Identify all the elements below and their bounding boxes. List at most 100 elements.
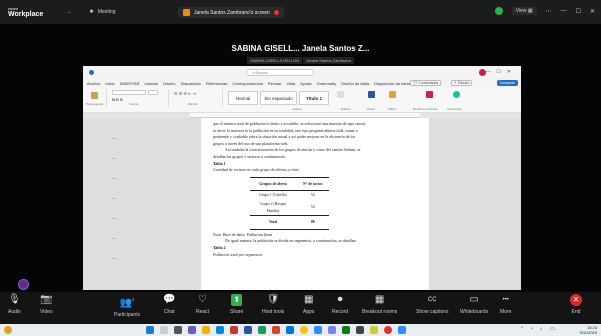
minimize-icon[interactable]: — [561,8,567,14]
body-line-3: pertinente y confiable sobre la situació… [213,134,356,140]
teams-icon[interactable] [188,326,196,334]
font-name-select[interactable] [112,90,146,95]
react-button[interactable]: ♡ React [196,294,209,315]
volume-icon[interactable]: ♪ [540,326,543,332]
end-meeting-button[interactable]: ✕ End [570,294,582,315]
word-search-input[interactable]: ⌕ Buscar [246,69,314,76]
app-icon[interactable] [356,326,364,334]
whiteboards-button[interactable]: ▭ Whiteboards [460,294,488,315]
reuse-files-icon[interactable] [426,91,433,98]
table-row: Total 08 [250,215,330,230]
menu-archivo[interactable]: Archivo [87,81,100,86]
menu-revisar[interactable]: Revisar [268,81,282,86]
style-titulo1[interactable]: Título 1 [299,91,329,105]
menu-grammarly[interactable]: Grammarly [317,81,337,86]
powerpoint-icon[interactable] [272,326,280,334]
video-button[interactable]: 📷 Video [40,294,53,315]
menu-referencias[interactable]: Referencias [206,81,227,86]
menu-correspondencia[interactable]: Correspondencia [232,81,262,86]
menu-inicio[interactable]: Inicio [105,81,114,86]
comments-button[interactable]: 💬 Comentarios [410,80,442,86]
style-normal[interactable]: Normal [228,91,258,105]
edit-mode-button[interactable]: ✎ Edición [451,80,473,86]
avatar[interactable] [18,279,29,290]
list-icon[interactable]: ☰ ☰ ☰ ⇤ ⇥ [174,91,196,96]
table1-cell: Grupo 2 (Bosque Familia) [259,201,287,213]
zoom-app-icon[interactable] [314,326,322,334]
more-button[interactable]: ••• More [500,294,511,315]
record-button[interactable]: ⏺ Record [332,294,348,315]
app-icon[interactable] [342,326,350,334]
word-share-button[interactable]: Compartir [496,80,518,86]
start-icon[interactable] [146,326,154,334]
chrome-icon[interactable] [384,326,392,334]
menu-vista[interactable]: Vista [286,81,295,86]
style-sin-espaciado[interactable]: Sin espaciado [260,91,297,105]
editor-icon[interactable] [389,91,396,98]
menu-ayuda[interactable]: Ayuda [300,81,311,86]
app-icon[interactable] [370,326,378,334]
view-button[interactable]: View ▦ [511,7,537,15]
font-group: N K S Fuente [109,89,169,107]
menu-disposicion[interactable]: Disposición [181,81,201,86]
breakout-rooms-button[interactable]: ▦ Breakout rooms [362,294,397,315]
share-screen-button[interactable]: ⬆ Share [230,294,243,315]
paste-icon[interactable] [91,92,98,99]
table1-total-label: Total [268,220,278,225]
captions-button[interactable]: CC Show captions [416,294,449,315]
outlook-icon[interactable] [286,326,294,334]
bold-icon[interactable]: N K S [112,97,123,102]
search-icon[interactable] [160,326,168,334]
task-view-icon[interactable] [174,326,182,334]
table2-label: Tabla 2 [213,244,226,250]
system-clock[interactable]: 15:23 9/11/2023 [580,325,598,335]
participants-button[interactable]: 👥2 Participants [114,294,140,318]
tray-chevron-icon[interactable]: ⌃ [520,326,524,332]
word-icon[interactable] [244,326,252,334]
chrome-icon[interactable] [300,326,308,334]
font-size-select[interactable] [148,90,158,95]
menu-insertar[interactable]: Insertar [145,81,159,86]
participants-icon: 👥2 [120,294,135,309]
file-explorer-icon[interactable] [202,326,210,334]
menu-diseno-tabla[interactable]: Diseño de tabla [341,81,369,86]
excel-icon[interactable] [258,326,266,334]
battery-icon[interactable]: ▭ [550,326,555,332]
word-autosave-icon[interactable] [89,70,94,75]
security-shield-icon[interactable] [494,7,503,15]
word-window-controls[interactable]: —☐✕ [485,69,517,75]
edge-icon[interactable] [216,326,224,334]
document-page[interactable]: que el número total de población es fini… [201,118,429,290]
react-label: React [196,309,210,315]
find-icon[interactable] [337,91,344,98]
styles-label: Estilos [293,107,302,111]
search-placeholder: Buscar [255,70,268,75]
record-label: Record [332,309,349,315]
body-line-5: Así también la caracterización de los gr… [225,147,361,153]
grammarly-icon[interactable] [453,91,460,98]
screen-share-indicator[interactable]: Janela Santos Zambrano's screen [178,7,284,18]
heart-icon: ♡ [198,294,208,305]
chevron-down-icon[interactable]: ⌄ [67,9,71,15]
app-icon[interactable] [328,326,336,334]
weather-icon[interactable] [4,326,12,334]
dictate-icon[interactable] [368,91,375,98]
meeting-menu[interactable]: ✱ Meeting [89,9,115,15]
chat-button[interactable]: 💬 Chat [163,294,175,315]
share-subtitle-right: Janela Santos Zambrano [303,57,354,64]
host-tools-button[interactable]: 🛡 Host tools [262,294,284,315]
more-dots-icon[interactable]: ⋯ [546,8,552,15]
table1-cell: 54 [310,193,315,198]
app-icon[interactable] [398,326,406,334]
meeting-icon: ✱ [89,9,94,15]
menu-disposicion-tabla[interactable]: Disposición de tabla [374,81,410,86]
menu-diseno[interactable]: Diseño [163,81,175,86]
menu-insertar-caps[interactable]: INSERTAR [120,81,140,86]
apps-button[interactable]: ▦ Apps [303,294,314,315]
store-icon[interactable] [230,326,238,334]
audio-button[interactable]: 🎙 Audio [8,294,21,315]
record-icon: ⏺ [337,294,343,305]
maximize-icon[interactable]: ☐ [576,8,581,15]
wifi-icon[interactable]: ◔ [530,326,533,332]
close-icon[interactable]: ✕ [590,8,595,15]
